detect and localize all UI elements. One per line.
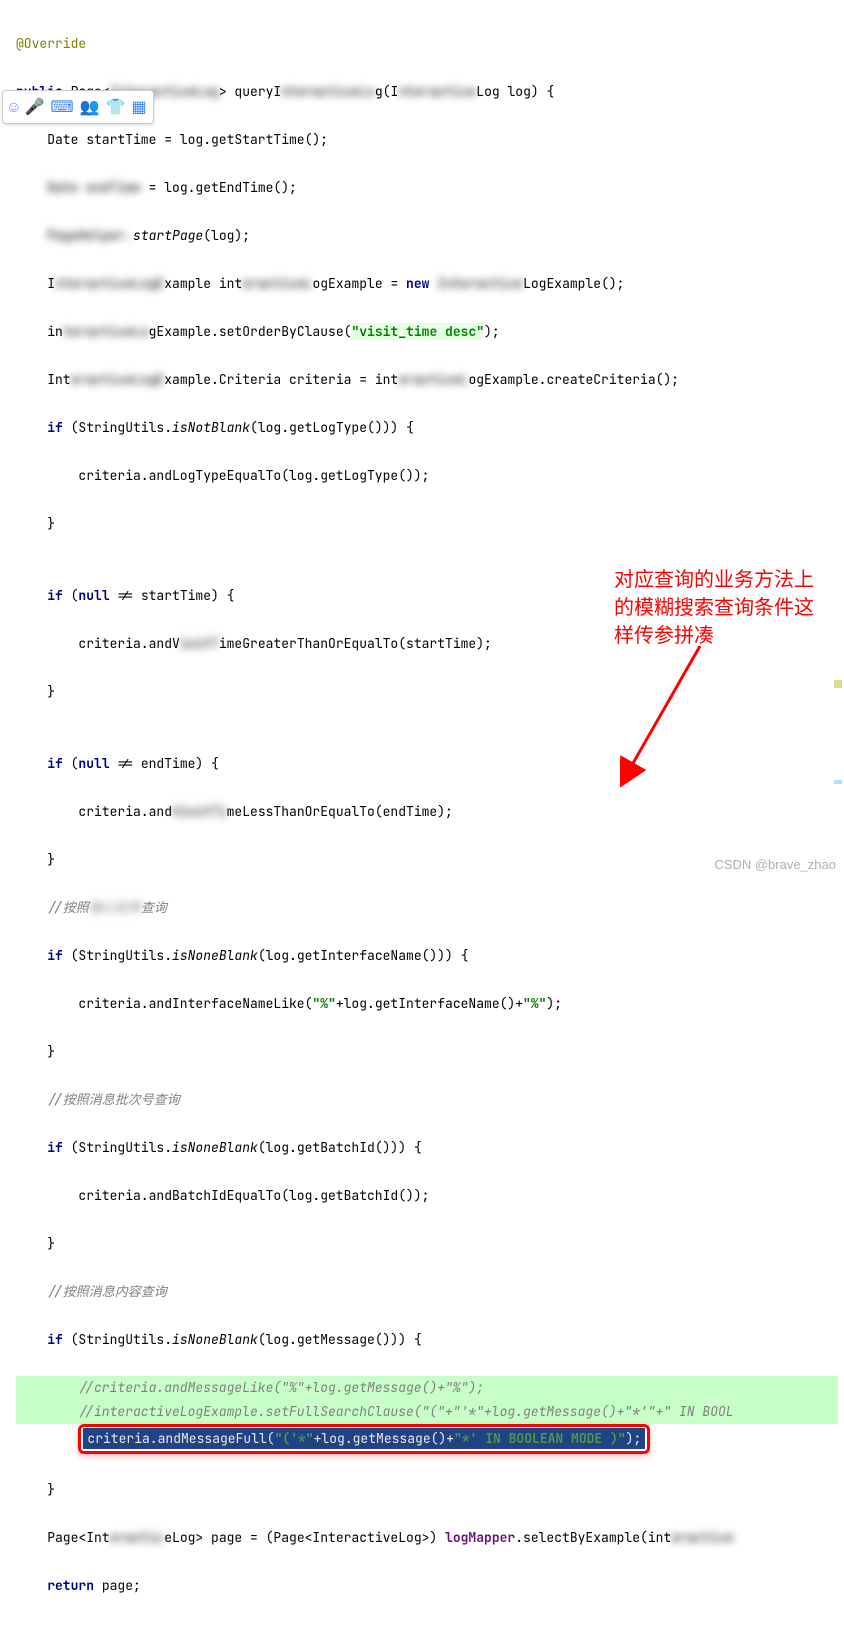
line: Date startTime = log.getStartTime(); xyxy=(16,128,838,152)
gutter-marker xyxy=(834,680,842,688)
annotation-callout: 对应查询的业务方法上 的模糊搜索查询条件这 样传参拼凑 xyxy=(614,566,814,650)
mic-icon[interactable]: 🎤 xyxy=(25,95,45,119)
shirt-icon[interactable]: 👕 xyxy=(106,95,126,119)
people-icon[interactable]: 👥 xyxy=(80,95,100,119)
watermark: CSDN @brave_zhao xyxy=(714,853,836,877)
code-block: @Override public Page<InteractiveLog> qu… xyxy=(0,0,844,1630)
annotation-override: @Override xyxy=(16,35,86,52)
commented-line-1: //criteria.andMessageLike("%"+log.getMes… xyxy=(16,1379,484,1396)
highlighted-code-box: criteria.andMessageFull("('*"+log.getMes… xyxy=(78,1424,650,1454)
commented-line-2: //interactiveLogExample.setFullSearchCla… xyxy=(16,1403,734,1420)
annotation-line: 的模糊搜索查询条件这 xyxy=(614,594,814,622)
annotation-line: 样传参拼凑 xyxy=(614,622,814,650)
smile-icon[interactable]: ☺ xyxy=(9,95,19,119)
grid-icon[interactable]: ▦ xyxy=(131,95,146,119)
annotation-line: 对应查询的业务方法上 xyxy=(614,566,814,594)
gutter-marker xyxy=(834,780,842,784)
keyboard-icon[interactable]: ⌨ xyxy=(51,95,74,119)
floating-toolbar[interactable]: ☺ 🎤 ⌨ 👥 👕 ▦ xyxy=(2,90,154,124)
